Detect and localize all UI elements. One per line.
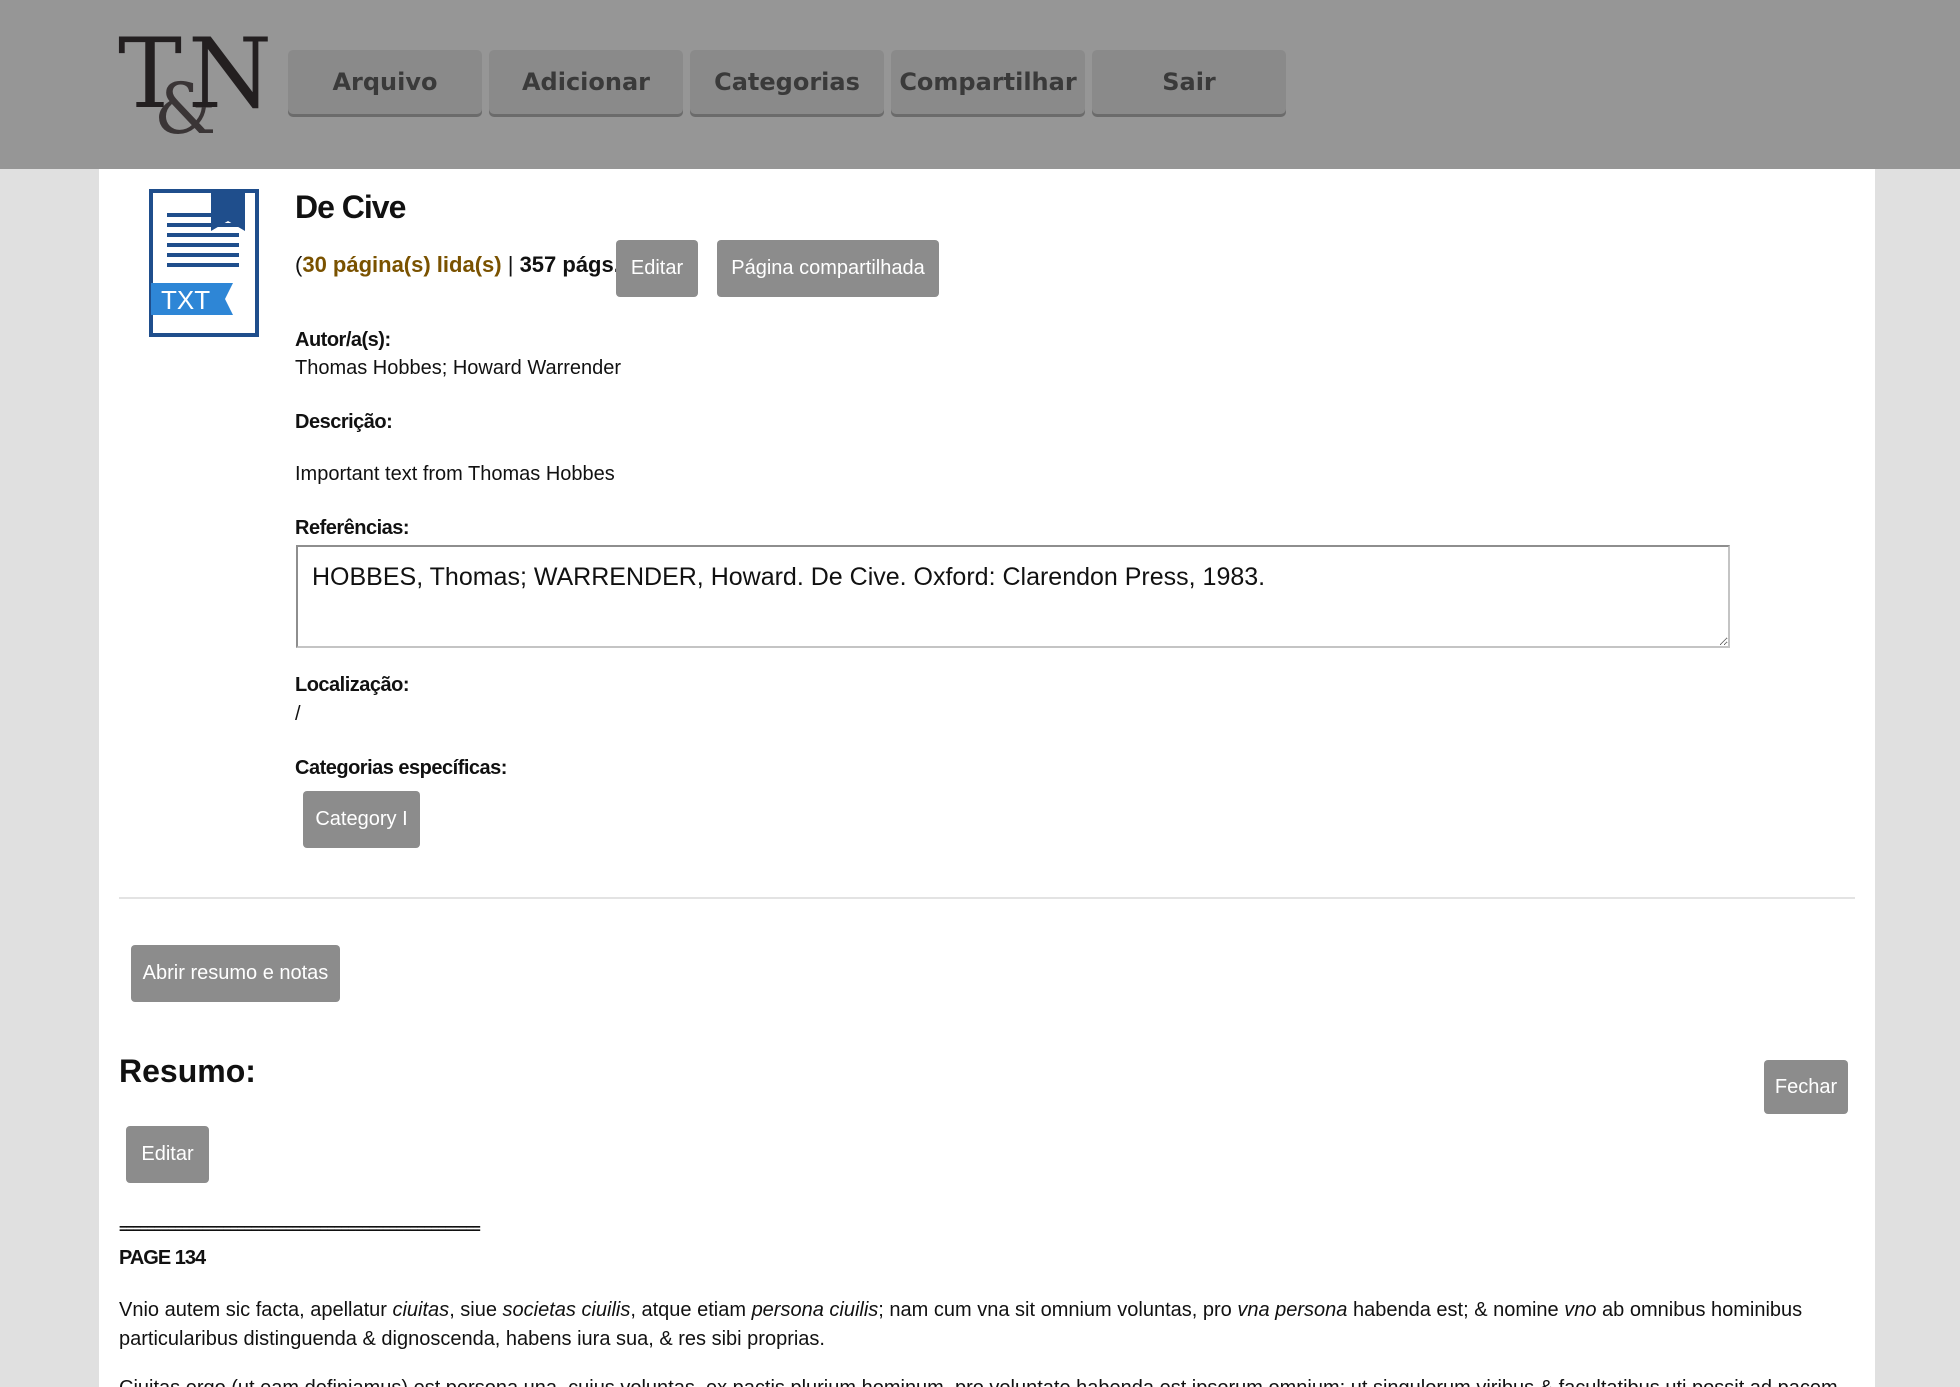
authors-value: Thomas Hobbes; Howard Warrender [295,357,622,379]
page-label: PAGE 134 [119,1247,206,1269]
location-value: / [295,703,301,725]
nav-adicionar-button[interactable]: Adicionar [489,50,683,114]
shared-page-button[interactable]: Página compartilhada [717,240,939,297]
summary-paragraph-next: Ciuitas ergo (ut eam definiamus) est per… [119,1374,1859,1387]
nav-arquivo-button[interactable]: Arquivo [288,50,482,114]
logo[interactable]: T & N [118,26,272,144]
description-label: Descrição: [295,411,393,433]
location-label: Localização: [295,674,410,696]
category-tag[interactable]: Category I [303,791,420,848]
txt-file-icon: TXT [149,189,259,337]
authors-label: Autor/a(s): [295,329,391,351]
summary-paragraph: Vnio autem sic facta, apellatur ciuitas,… [119,1299,1803,1350]
close-summary-button[interactable]: Fechar [1764,1060,1848,1114]
references-label: Referências: [295,517,410,539]
categories-label: Categorias específicas: [295,757,507,779]
pages-read: 30 página(s) lida(s) [302,252,502,277]
description-value: Important text from Thomas Hobbes [295,463,615,485]
document-title: De Cive [295,189,406,225]
pages-total: 357 págs. [519,252,620,277]
edit-document-button[interactable]: Editar [616,240,698,297]
open-summary-button[interactable]: Abrir resumo e notas [131,945,340,1002]
nav-compartilhar-button[interactable]: Compartilhar [891,50,1085,114]
separator-line: ========================================… [119,1221,481,1237]
summary-title: Resumo: [119,1053,256,1089]
main-content: TXT De Cive ( 30 página(s) lida(s) | 357… [99,169,1875,1387]
main-nav: Arquivo Adicionar Categorias Compartilha… [288,50,1286,114]
nav-sair-button[interactable]: Sair [1092,50,1286,114]
top-bar: T & N Arquivo Adicionar Categorias Compa… [0,0,1960,169]
svg-text:TXT: TXT [161,285,210,315]
divider [119,897,1855,899]
references-textarea[interactable]: HOBBES, Thomas; WARRENDER, Howard. De Ci… [296,545,1730,648]
reading-status: ( 30 página(s) lida(s) | 357 págs. ) [295,252,627,277]
nav-categorias-button[interactable]: Categorias [690,50,884,114]
edit-summary-button[interactable]: Editar [126,1126,209,1183]
